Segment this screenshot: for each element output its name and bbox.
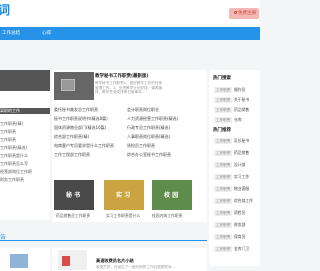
hot-search-tag[interactable]: 工作职责	[214, 87, 233, 93]
bottom-article-card: 高速收费员名片小结 收费员员，在经过了一段时间的工作后感受很深...	[52, 248, 207, 271]
article-link[interactable]: 固体资源物业部门(精选16篇)	[54, 125, 106, 131]
hot-recommend-tag[interactable]: 工作职责	[214, 162, 233, 168]
article-link[interactable]: 综合部工作职责(精)	[54, 134, 89, 140]
article-link[interactable]: 工作工程部工作职责	[54, 152, 90, 158]
register-button[interactable]: 免费注册	[229, 8, 259, 19]
hot-recommend-item[interactable]: 区长秘书	[234, 138, 249, 144]
hot-recommend-tag[interactable]: 工作职责	[214, 186, 233, 192]
bottom-desc: 收费员员，在经过了一段时间的工作后感受很深...	[96, 265, 175, 269]
photo-caption[interactable]: 校园内纳工作职责	[152, 213, 182, 219]
nav-item-experience[interactable]: 心得	[42, 27, 51, 40]
left-menu-header	[0, 70, 50, 91]
bottom-left-card	[0, 248, 50, 271]
hot-recommend-tag[interactable]: 工作职责	[214, 222, 233, 228]
article-link[interactable]: 行政专员工作职责(精选)	[127, 125, 170, 131]
hot-search-tag[interactable]: 工作职责	[214, 117, 233, 123]
left-menu-item[interactable]: 工作职责	[0, 129, 50, 135]
hot-recommend-item[interactable]: 质检员	[234, 210, 245, 216]
hot-recommend-item[interactable]: 设计部	[234, 162, 245, 168]
hot-search-item[interactable]: 关于秘书	[234, 97, 249, 103]
hot-recommend-tag[interactable]: 工作职责	[214, 150, 233, 156]
hot-search-item[interactable]: 仓库	[234, 117, 242, 123]
hot-search-item[interactable]: 操作员	[234, 87, 245, 93]
photo-card-secretary[interactable]: 秘 书	[54, 180, 94, 210]
article-link[interactable]: 综合办公室秘书工作职责	[127, 152, 171, 158]
photo-label: 秘 书	[66, 192, 81, 199]
photo-label: 校 园	[164, 192, 179, 199]
hot-recommend-item[interactable]: 保育员	[234, 234, 245, 240]
hot-search-tag[interactable]: 工作职责	[214, 107, 233, 113]
hot-search-tag[interactable]: 工作职责	[214, 97, 233, 103]
hot-recommend-tag[interactable]: 工作职责	[214, 210, 233, 216]
photo-card-intern[interactable]: 实 习	[104, 180, 144, 210]
left-menu-item[interactable]: 工作职责	[0, 137, 50, 143]
photo-label: 实 习	[116, 192, 131, 199]
article-link[interactable]: 人力资源经营工作职责(精选)	[127, 116, 178, 122]
hot-search-heading: 热门搜索	[213, 76, 231, 81]
left-menu: 离职的工作 工作职责(精) 工作职责 工作职责 工作职责(精选) 工作职责是什么…	[0, 70, 50, 220]
hot-recommend-tag[interactable]: 工作职责	[214, 198, 233, 204]
hot-recommend-tag[interactable]: 工作职责	[214, 174, 233, 180]
bottom-left-thumb[interactable]	[10, 254, 28, 268]
photo-card-campus[interactable]: 校 园	[152, 180, 192, 210]
hot-recommend-tag[interactable]: 工作职责	[214, 234, 233, 240]
bottom-title[interactable]: 高速收费员名片小结	[96, 258, 134, 264]
notebook-icon	[61, 79, 75, 91]
feature-thumbnail[interactable]	[54, 72, 94, 100]
hot-recommend-item[interactable]: 综合部工作	[234, 198, 253, 204]
left-menu-item[interactable]: 离职的工作	[0, 108, 50, 114]
hot-recommend-heading: 热门推荐	[213, 128, 231, 133]
article-link[interactable]: 会计职责岗位职业	[127, 107, 159, 113]
article-panel: 教学秘书工作职责(最新版) 教学秘书工作职责1、做好教学工作的日常管理工作。2、…	[52, 70, 207, 222]
site-logo[interactable]: 词	[0, 4, 10, 17]
section-divider	[0, 240, 207, 241]
feature-title[interactable]: 教学秘书工作职责(最新版)	[95, 73, 149, 79]
article-link[interactable]: 秘书工作职责说明书(精选8篇)	[54, 116, 108, 122]
user-icon	[234, 11, 237, 14]
left-menu-item[interactable]: 工作职责怎么写	[0, 161, 50, 167]
nav-item-work-summary[interactable]: 工作总结	[2, 27, 20, 40]
document-icon	[62, 256, 70, 266]
photo-caption[interactable]: 实习工作职责是什么	[106, 213, 140, 219]
register-label: 免费注册	[238, 11, 256, 16]
hot-recommend-item[interactable]: 药品销售	[234, 150, 249, 156]
left-menu-item[interactable]: 财务工作职责	[0, 177, 50, 183]
hot-recommend-item[interactable]: 财务部	[234, 222, 245, 228]
hot-recommend-tag[interactable]: 工作职责	[214, 246, 233, 252]
hot-recommend-item[interactable]: 物业客服	[234, 186, 249, 192]
hot-search-item[interactable]: 药品销售	[234, 107, 249, 113]
left-menu-item[interactable]: 工作职责(精选)	[0, 145, 50, 151]
article-link[interactable]: 委托秘书美发总工作职责	[54, 107, 98, 113]
left-menu-item[interactable]: 经营部岗位工作职	[0, 169, 50, 175]
hot-recommend-tag[interactable]: 工作职责	[214, 138, 233, 144]
left-menu-item[interactable]: 工作职责(精)	[0, 121, 50, 127]
main-nav: 工作总结 心得	[0, 27, 260, 40]
article-link[interactable]: 质检员工作职责	[127, 143, 155, 149]
article-link[interactable]: 电商客户专员要求是什么工作职责	[54, 143, 114, 149]
top-bar: 词 免费注册	[0, 0, 260, 27]
right-sidebar: 热门搜索 工作职责 操作员 工作职责 关于秘书 工作职责 药品销售 工作职责 仓…	[209, 70, 260, 266]
feature-desc: 教学秘书工作职责1、做好教学工作的日常管理工作。2、负责教学计划安排、课表编排、…	[95, 81, 162, 95]
article-link[interactable]: 人事职责岗位职责(精选)	[127, 134, 170, 140]
photo-caption[interactable]: 药品销售员工作职责	[56, 213, 90, 219]
hot-recommend-item[interactable]: 实习工作	[234, 174, 249, 180]
left-menu-item[interactable]: 工作职责是什么	[0, 153, 50, 159]
hot-recommend-item[interactable]: 金库门卫	[234, 246, 249, 252]
bottom-thumbnail[interactable]	[58, 250, 87, 270]
